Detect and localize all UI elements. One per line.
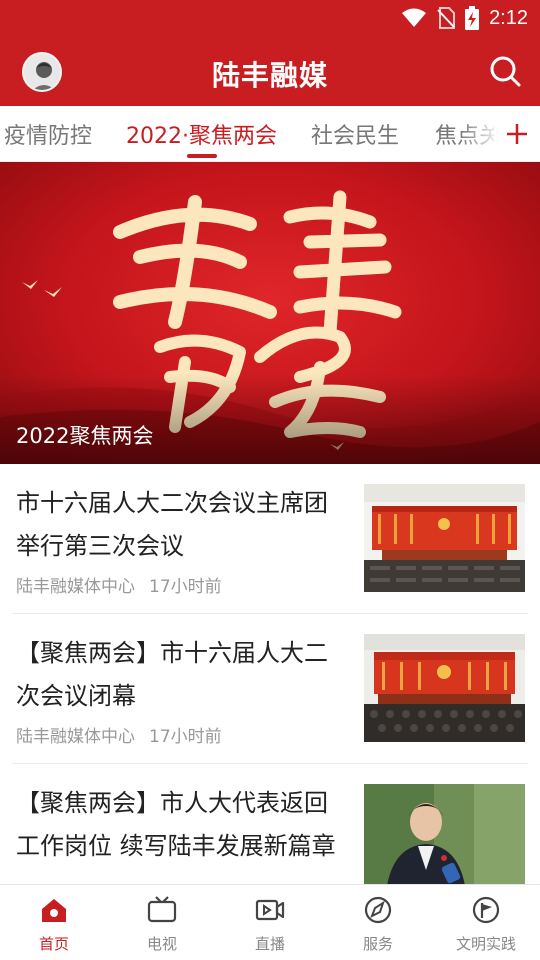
live-video-icon <box>255 899 285 921</box>
nav-home[interactable]: 首页 <box>0 885 108 960</box>
news-source: 陆丰融媒体中心 <box>16 577 135 597</box>
bottom-navigation: 首页 电视 直播 服务 文明实践 <box>0 884 540 960</box>
news-title: 市十六届人大二次会议主席团举行第三次会议 <box>16 489 328 560</box>
active-tab-indicator <box>187 154 217 158</box>
news-list: 市十六届人大二次会议主席团举行第三次会议 陆丰融媒体中心 17小时前 【聚焦两会… <box>0 464 540 884</box>
nav-civilization[interactable]: 文明实践 <box>432 885 540 960</box>
news-item[interactable]: 市十六届人大二次会议主席团举行第三次会议 陆丰融媒体中心 17小时前 <box>0 464 540 614</box>
nav-label: 直播 <box>254 935 285 953</box>
tab-livelihood[interactable]: 社会民生 <box>311 118 399 150</box>
nav-service[interactable]: 服务 <box>324 885 432 960</box>
app-title: 陆丰融媒 <box>211 59 328 92</box>
status-time: 2:12 <box>489 6 528 29</box>
add-channel-button[interactable] <box>494 106 540 161</box>
search-icon[interactable] <box>488 54 522 88</box>
category-tabs: 疫情防控 2022·聚焦两会 社会民生 焦点关注 <box>0 106 540 162</box>
wifi-icon <box>402 8 427 27</box>
news-title: 【聚焦两会】市人大代表返回工作岗位 续写陆丰发展新篇章 <box>16 789 336 860</box>
banner-caption: 2022聚焦两会 <box>16 424 154 448</box>
news-source: 陆丰融媒体中心 <box>16 727 135 747</box>
nav-tv[interactable]: 电视 <box>108 885 216 960</box>
featured-banner[interactable]: 2022聚焦两会 <box>0 162 540 464</box>
status-bar: 2:12 <box>0 0 540 36</box>
tab-two-sessions[interactable]: 2022·聚焦两会 <box>126 118 277 150</box>
compass-icon <box>364 896 392 924</box>
news-item[interactable]: 【聚焦两会】市十六届人大二次会议闭幕 陆丰融媒体中心 17小时前 <box>0 614 540 764</box>
nav-label: 文明实践 <box>455 935 516 953</box>
news-item[interactable]: 【聚焦两会】市人大代表返回工作岗位 续写陆丰发展新篇章 <box>0 764 540 884</box>
flag-icon <box>472 896 500 924</box>
tv-icon <box>147 896 177 923</box>
news-title: 【聚焦两会】市十六届人大二次会议闭幕 <box>16 639 328 710</box>
tab-epidemic[interactable]: 疫情防控 <box>4 118 92 150</box>
no-sim-icon <box>437 7 456 29</box>
nav-label: 服务 <box>362 935 393 953</box>
nav-label: 首页 <box>38 935 69 953</box>
news-time: 17小时前 <box>149 577 222 597</box>
news-thumbnail <box>364 634 525 742</box>
news-thumbnail <box>364 484 525 592</box>
app-header: 陆丰融媒 <box>0 36 540 106</box>
plus-icon <box>507 123 527 144</box>
home-icon <box>42 899 66 922</box>
news-time: 17小时前 <box>149 727 222 747</box>
news-thumbnail <box>364 784 525 884</box>
battery-charging-icon <box>465 6 480 30</box>
nav-live[interactable]: 直播 <box>216 885 324 960</box>
nav-label: 电视 <box>146 935 177 953</box>
